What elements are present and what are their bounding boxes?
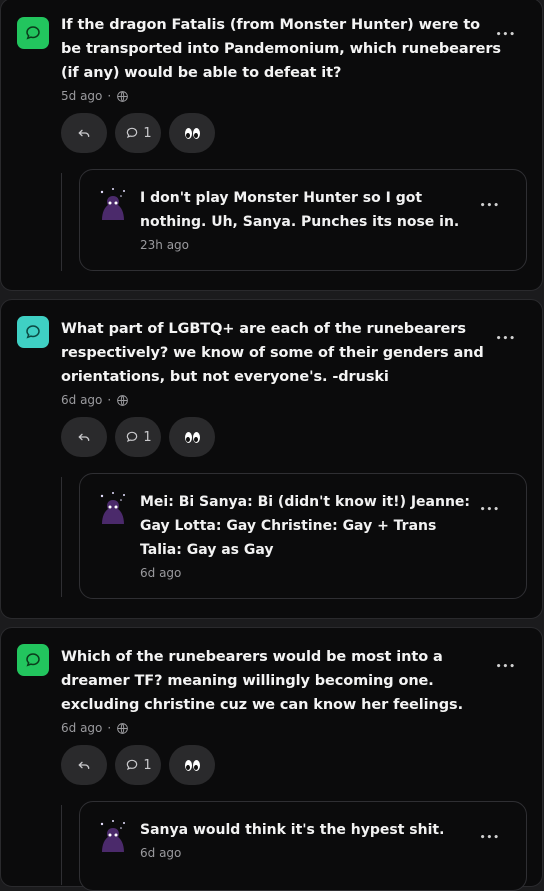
reply-time: 6d ago xyxy=(140,846,182,860)
reply-more-options-button[interactable]: ••• xyxy=(480,833,500,843)
comments-button[interactable]: 1 xyxy=(115,745,161,785)
more-options-button[interactable]: ••• xyxy=(496,334,516,344)
post-time: 6d ago xyxy=(61,721,103,735)
globe-icon xyxy=(117,394,129,406)
post-card: Which of the runebearers would be most i… xyxy=(0,627,543,891)
reply-button[interactable] xyxy=(61,745,107,785)
globe-icon xyxy=(117,722,129,734)
avatar xyxy=(100,492,125,524)
react-eyes-button[interactable] xyxy=(169,113,215,153)
ask-bubble-icon xyxy=(17,17,49,49)
comment-count: 1 xyxy=(143,125,152,141)
reply-button[interactable] xyxy=(61,113,107,153)
post-card: If the dragon Fatalis (from Monster Hunt… xyxy=(0,0,543,291)
reply-button[interactable] xyxy=(61,417,107,457)
reply-text: Sanya would think it's the hypest shit. xyxy=(140,822,445,838)
question-text: What part of LGBTQ+ are each of the rune… xyxy=(61,321,484,385)
reply-time: 23h ago xyxy=(140,238,190,252)
avatar xyxy=(100,820,125,852)
avatar xyxy=(100,188,125,220)
post-actions: 1 xyxy=(61,417,215,457)
reply-more-options-button[interactable]: ••• xyxy=(480,505,500,515)
reply-time: 6d ago xyxy=(140,566,182,580)
meta-separator: · xyxy=(107,721,112,735)
more-options-button[interactable]: ••• xyxy=(496,30,516,40)
more-options-button[interactable]: ••• xyxy=(496,662,516,672)
ask-bubble-icon xyxy=(17,316,49,348)
post-card: What part of LGBTQ+ are each of the rune… xyxy=(0,299,543,619)
reply-text: I don't play Monster Hunter so I got not… xyxy=(140,190,460,230)
reply-arrow-icon xyxy=(78,433,90,441)
globe-icon xyxy=(117,90,129,102)
comment-icon xyxy=(127,759,138,771)
meta-separator: · xyxy=(107,393,112,407)
eyes-icon xyxy=(184,431,200,443)
reply-text: Mei: Bi Sanya: Bi (didn't know it!) Jean… xyxy=(140,494,471,558)
question-text: If the dragon Fatalis (from Monster Hunt… xyxy=(61,17,501,81)
question-text: Which of the runebearers would be most i… xyxy=(61,649,463,713)
reply-more-options-button[interactable]: ••• xyxy=(480,201,500,211)
ask-bubble-icon xyxy=(17,644,49,676)
eyes-icon xyxy=(184,127,200,139)
meta-separator: · xyxy=(107,89,112,103)
comments-button[interactable]: 1 xyxy=(115,113,161,153)
post-meta: 6d ago · xyxy=(61,721,129,735)
comment-count: 1 xyxy=(143,757,152,773)
post-actions: 1 xyxy=(61,113,215,153)
eyes-icon xyxy=(184,759,200,771)
comment-count: 1 xyxy=(143,429,152,445)
post-time: 6d ago xyxy=(61,393,103,407)
reply-arrow-icon xyxy=(78,129,90,137)
react-eyes-button[interactable] xyxy=(169,417,215,457)
post-actions: 1 xyxy=(61,745,215,785)
react-eyes-button[interactable] xyxy=(169,745,215,785)
comment-icon xyxy=(127,431,138,443)
thread-line xyxy=(61,477,62,597)
reply-card: Mei: Bi Sanya: Bi (didn't know it!) Jean… xyxy=(79,473,527,599)
post-time: 5d ago xyxy=(61,89,103,103)
comments-button[interactable]: 1 xyxy=(115,417,161,457)
reply-arrow-icon xyxy=(78,761,90,769)
comment-icon xyxy=(127,127,138,139)
post-meta: 6d ago · xyxy=(61,393,129,407)
reply-card: I don't play Monster Hunter so I got not… xyxy=(79,169,527,271)
thread-line xyxy=(61,805,62,885)
post-meta: 5d ago · xyxy=(61,89,129,103)
thread-line xyxy=(61,173,62,271)
reply-card: Sanya would think it's the hypest shit. … xyxy=(79,801,527,891)
